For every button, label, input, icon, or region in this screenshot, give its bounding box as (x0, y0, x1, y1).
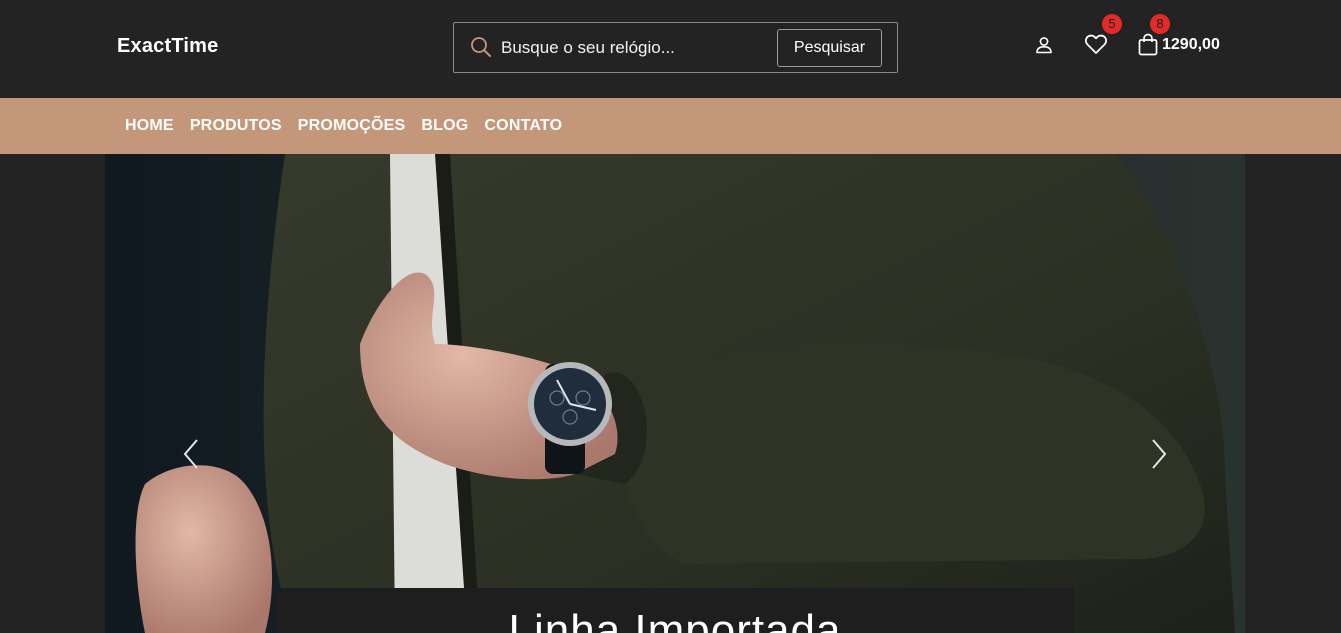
slide-caption-box: Linha Importada (276, 588, 1074, 633)
chevron-right-icon[interactable] (1149, 437, 1169, 471)
cart-total[interactable]: 1290,00 (1162, 36, 1220, 54)
main-navigation: HOME PRODUTOS PROMOÇÕES BLOG CONTATO (0, 98, 1341, 154)
nav-item-contato[interactable]: CONTATO (476, 117, 570, 135)
nav-item-produtos[interactable]: PRODUTOS (182, 117, 290, 135)
nav-item-promocoes[interactable]: PROMOÇÕES (290, 117, 414, 135)
cart-count-badge: 8 (1150, 14, 1170, 34)
nav-item-home[interactable]: HOME (117, 117, 182, 135)
nav-item-blog[interactable]: BLOG (413, 117, 476, 135)
site-logo[interactable]: ExactTime (117, 35, 219, 58)
favorites-count-badge: 5 (1102, 14, 1122, 34)
search-input[interactable] (501, 35, 771, 61)
search-bar: Pesquisar (453, 22, 898, 73)
shopping-bag-icon[interactable] (1137, 33, 1159, 56)
hero-carousel: Linha Importada (105, 154, 1245, 633)
user-icon[interactable] (1034, 35, 1054, 55)
search-button[interactable]: Pesquisar (777, 29, 882, 67)
hero-image (105, 154, 1245, 633)
nav-list: HOME PRODUTOS PROMOÇÕES BLOG CONTATO (117, 98, 570, 154)
chevron-left-icon[interactable] (181, 437, 201, 471)
site-header: ExactTime Pesquisar 5 8 1290,00 (0, 0, 1341, 98)
slide-caption: Linha Importada (508, 606, 842, 633)
search-icon[interactable] (469, 35, 493, 59)
heart-icon[interactable] (1084, 33, 1108, 55)
